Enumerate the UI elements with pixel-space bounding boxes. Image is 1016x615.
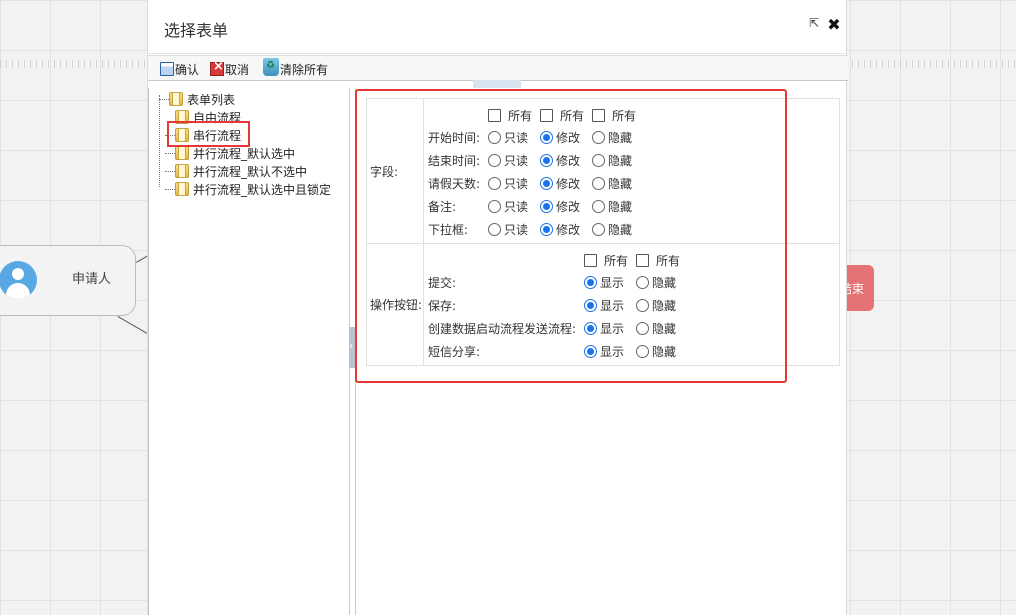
user-avatar-icon: [0, 261, 37, 299]
end-node[interactable]: 结束: [846, 265, 874, 311]
tree-root[interactable]: 表单列表: [159, 90, 236, 108]
close-icon[interactable]: ✖: [826, 16, 842, 34]
field-row: 开始时间: 只读 修改 隐藏: [428, 130, 633, 146]
readonly-radio[interactable]: 只读: [488, 129, 528, 146]
splitter-handle[interactable]: [473, 80, 521, 88]
chevron-left-icon: ‹: [349, 339, 354, 352]
clear-all-label: 清除所有: [280, 62, 329, 77]
hide-radio[interactable]: 隐藏: [636, 297, 676, 314]
select-all-edit-checkbox[interactable]: 所有: [540, 107, 584, 124]
confirm-button[interactable]: 确认: [160, 59, 199, 79]
tree-item-label: 并行流程_默认不选中: [193, 164, 308, 179]
selection-highlight: [167, 121, 250, 147]
folder-icon: [175, 182, 189, 196]
hide-radio[interactable]: 隐藏: [636, 320, 676, 337]
fields-section-label: 字段:: [367, 99, 424, 243]
cancel-icon: [210, 59, 224, 76]
edit-radio[interactable]: 修改: [540, 175, 580, 192]
select-all-readonly-checkbox[interactable]: 所有: [488, 107, 532, 124]
tree-guide-line: [159, 95, 160, 187]
operation-row: 短信分享: 显示 隐藏: [428, 344, 677, 360]
operations-section: 操作按钮: 所有 所有 提交: 显示 隐藏 保存: 显示 隐藏 创建数据启动流程…: [367, 243, 839, 365]
end-node-label: 结束: [846, 282, 865, 296]
start-node[interactable]: 申请人: [0, 245, 136, 316]
tree-item[interactable]: 并行流程_默认不选中: [165, 162, 308, 180]
readonly-radio[interactable]: 只读: [488, 175, 528, 192]
hide-radio[interactable]: 隐藏: [592, 175, 632, 192]
readonly-radio[interactable]: 只读: [488, 221, 528, 238]
operations-section-label: 操作按钮:: [367, 244, 424, 365]
operation-row: 提交: 显示 隐藏: [428, 275, 677, 291]
cancel-button[interactable]: 取消: [210, 59, 249, 79]
tree-item-label: 并行流程_默认选中: [193, 146, 296, 161]
dialog-title: 选择表单: [164, 21, 229, 40]
edit-radio[interactable]: 修改: [540, 152, 580, 169]
save-icon: [160, 62, 174, 76]
operation-row: 保存: 显示 隐藏: [428, 298, 677, 314]
cancel-label: 取消: [225, 62, 250, 77]
operation-row: 创建数据启动流程发送流程: 显示 隐藏: [428, 321, 677, 337]
dialog-header: 选择表单 ⇱ ✖: [148, 0, 846, 54]
hide-radio[interactable]: 隐藏: [592, 152, 632, 169]
edit-radio[interactable]: 修改: [540, 221, 580, 238]
field-row: 结束时间: 只读 修改 隐藏: [428, 153, 633, 169]
dialog-toolbar: 确认 取消 清除所有: [148, 55, 848, 81]
confirm-label: 确认: [175, 62, 200, 77]
folder-icon: [175, 164, 189, 178]
readonly-radio[interactable]: 只读: [488, 152, 528, 169]
form-permission-panel: 字段: 所有 所有 所有 开始时间: 只读 修改 隐藏 结束时间: 只读 修改 …: [355, 88, 848, 615]
show-radio[interactable]: 显示: [584, 343, 624, 360]
show-radio[interactable]: 显示: [584, 297, 624, 314]
show-radio[interactable]: 显示: [584, 320, 624, 337]
field-row: 下拉框: 只读 修改 隐藏: [428, 222, 633, 238]
select-form-dialog: 选择表单 ⇱ ✖ 确认 取消 清除所有 表单列表 自由流程: [147, 0, 848, 615]
popout-icon[interactable]: ⇱: [806, 16, 822, 34]
edit-radio[interactable]: 修改: [540, 198, 580, 215]
start-node-label: 申请人: [72, 272, 112, 287]
select-all-show-checkbox[interactable]: 所有: [584, 252, 628, 269]
flow-connector: [117, 316, 148, 334]
form-tree-panel: 表单列表 自由流程 串行流程 并行流程_默认选中 并行流程_默认不选中 并行流程…: [148, 88, 350, 615]
folder-icon: [175, 146, 189, 160]
tree-item[interactable]: 并行流程_默认选中且锁定: [165, 180, 332, 198]
show-radio[interactable]: 显示: [584, 274, 624, 291]
hide-radio[interactable]: 隐藏: [636, 274, 676, 291]
fields-section: 字段: 所有 所有 所有 开始时间: 只读 修改 隐藏 结束时间: 只读 修改 …: [367, 99, 839, 243]
select-all-hide-checkbox[interactable]: 所有: [592, 107, 636, 124]
field-row: 备注: 只读 修改 隐藏: [428, 199, 633, 215]
hide-radio[interactable]: 隐藏: [592, 221, 632, 238]
hide-radio[interactable]: 隐藏: [592, 198, 632, 215]
select-all-hide-checkbox[interactable]: 所有: [636, 252, 680, 269]
hide-radio[interactable]: 隐藏: [636, 343, 676, 360]
readonly-radio[interactable]: 只读: [488, 198, 528, 215]
recycle-bin-icon: [263, 58, 279, 76]
edit-radio[interactable]: 修改: [540, 129, 580, 146]
folder-icon: [169, 92, 183, 106]
hide-radio[interactable]: 隐藏: [592, 129, 632, 146]
clear-all-button[interactable]: 清除所有: [263, 58, 329, 79]
tree-item-label: 并行流程_默认选中且锁定: [193, 182, 332, 197]
tree-root-label: 表单列表: [187, 92, 236, 107]
field-row: 请假天数: 只读 修改 隐藏: [428, 176, 633, 192]
permission-table: 字段: 所有 所有 所有 开始时间: 只读 修改 隐藏 结束时间: 只读 修改 …: [366, 98, 840, 366]
